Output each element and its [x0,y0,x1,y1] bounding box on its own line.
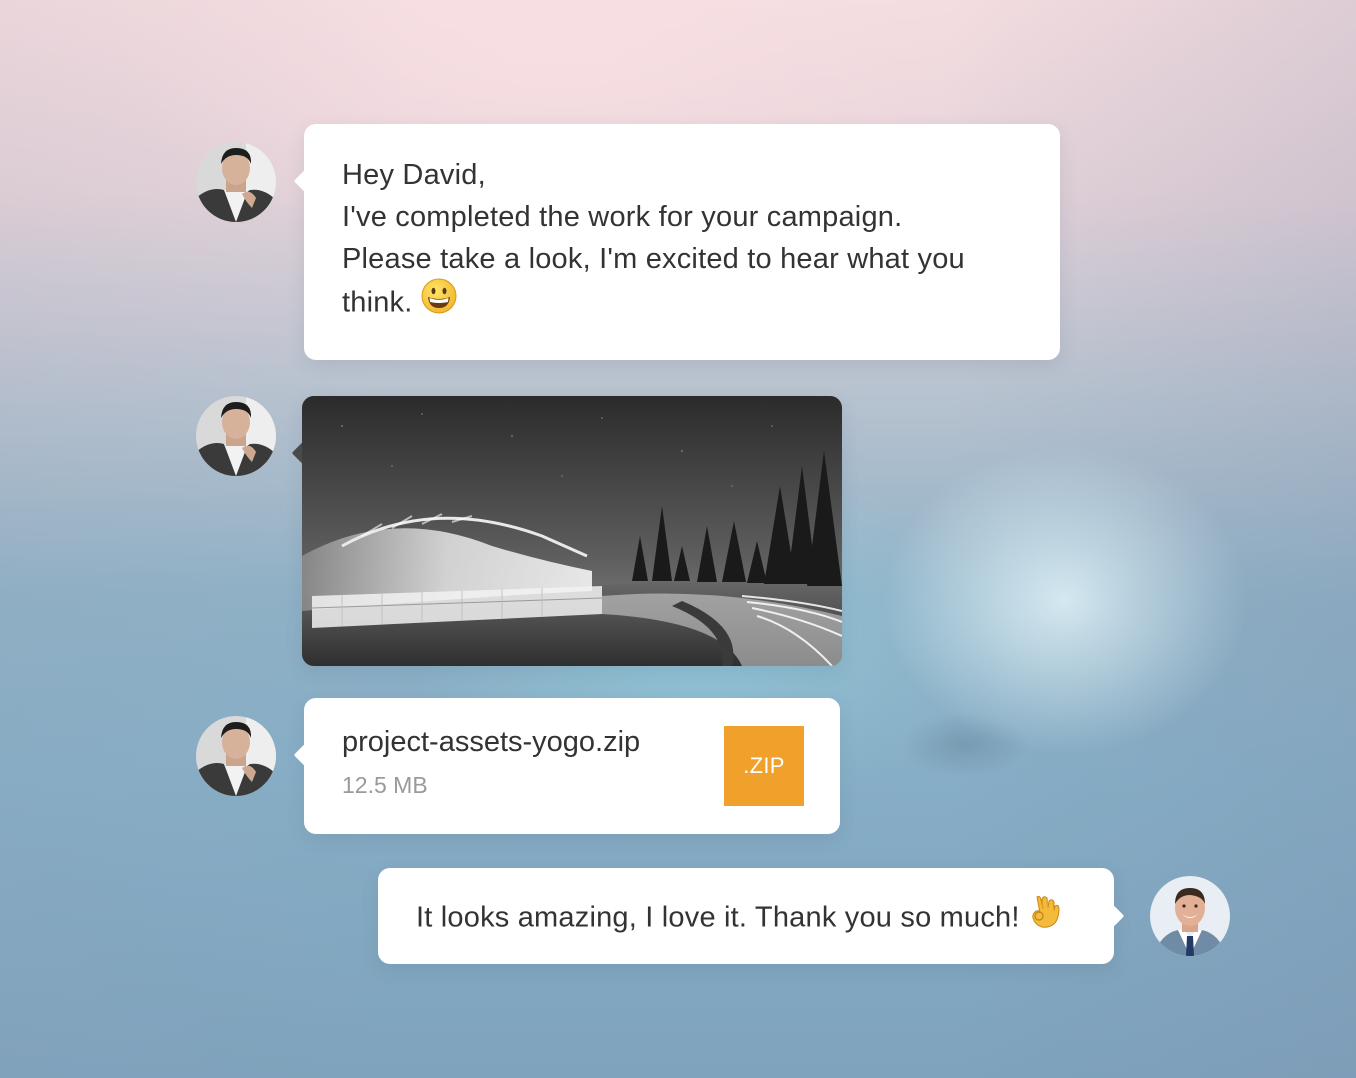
stadium-night-photo[interactable] [302,396,842,666]
grinning-face-emoji-icon [421,278,457,326]
message-line-text: think. [342,286,413,319]
zip-file-icon[interactable]: .ZIP [724,726,804,806]
contact-avatar-photo [196,716,276,796]
ok-hand-emoji-icon [1028,893,1062,941]
message-line: I've completed the work for your campaig… [342,201,903,233]
file-name[interactable]: project-assets-yogo.zip [342,726,640,759]
file-message-bubble[interactable]: project-assets-yogo.zip 12.5 MB .ZIP [304,698,840,834]
message-line: Hey David, [342,159,486,191]
user-avatar-photo [1150,876,1230,956]
contact-avatar[interactable] [196,142,276,222]
user-avatar[interactable] [1150,876,1230,956]
message-text: It looks amazing, I love it. Thank you s… [416,895,1062,943]
file-badge-label: .ZIP [743,753,785,778]
message-bubble-1: Hey David, I've completed the work for y… [304,124,1060,360]
file-size: 12.5 MB [342,772,428,798]
message-line-last: think. [342,278,965,328]
message-line: It looks amazing, I love it. Thank you s… [416,895,1062,943]
contact-avatar-photo [196,142,276,222]
contact-avatar[interactable] [196,396,276,476]
message-line: Please take a look, I'm excited to hear … [342,243,965,275]
contact-avatar-photo [196,396,276,476]
contact-avatar[interactable] [196,716,276,796]
reply-text: It looks amazing, I love it. Thank you s… [416,901,1020,934]
image-message-bubble[interactable] [302,396,842,666]
reply-message-bubble: It looks amazing, I love it. Thank you s… [378,868,1114,964]
message-text: Hey David, I've completed the work for y… [342,154,965,328]
